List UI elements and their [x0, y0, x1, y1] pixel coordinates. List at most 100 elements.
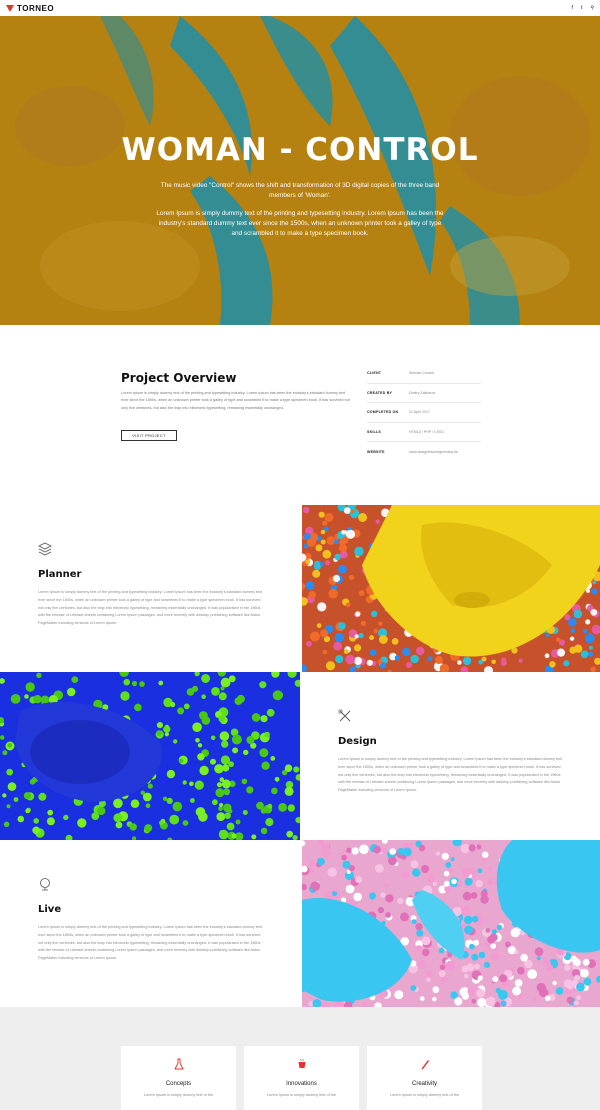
bead: [467, 987, 475, 995]
meta-row-client: CLIENT Woman Control: [367, 364, 481, 384]
bead: [113, 813, 123, 823]
bead: [353, 892, 362, 902]
bead: [158, 680, 164, 686]
bead: [259, 748, 269, 758]
bead: [587, 651, 594, 657]
card-concepts[interactable]: Concepts Lorem Ipsum is simply dummy tex…: [121, 1046, 236, 1110]
bead: [418, 844, 426, 852]
bead: [265, 818, 274, 827]
bead: [499, 974, 508, 983]
bead: [487, 866, 493, 872]
twitter-icon[interactable]: t: [581, 5, 582, 11]
bead: [177, 707, 185, 715]
bead: [353, 656, 363, 665]
logo-mark-icon: [6, 4, 14, 12]
bead: [201, 674, 211, 683]
bead: [464, 877, 473, 886]
bead: [378, 621, 383, 626]
bead: [189, 781, 194, 787]
bead: [354, 644, 362, 652]
search-icon[interactable]: ⚲: [590, 5, 594, 11]
overview-title: Project Overview: [121, 371, 237, 385]
bead: [251, 713, 261, 722]
bead: [224, 812, 231, 819]
bead: [327, 867, 337, 877]
bead: [322, 549, 332, 559]
bead: [517, 994, 524, 1000]
card-title: Concepts: [165, 1081, 192, 1087]
bead: [490, 943, 497, 949]
card-creativity[interactable]: Creativity Lorem Ipsum is simply dummy t…: [367, 1046, 482, 1110]
bead: [375, 864, 384, 873]
bead: [585, 633, 595, 644]
bead: [563, 660, 570, 667]
bead: [272, 690, 283, 701]
bead: [500, 1000, 507, 1007]
bead: [485, 928, 491, 933]
bead: [569, 636, 575, 641]
bead: [460, 844, 471, 854]
bead: [182, 780, 187, 785]
bead: [36, 672, 42, 678]
card-innovations[interactable]: Innovations Lorem Ipsum is simply dummy …: [244, 1046, 359, 1110]
bead: [359, 844, 369, 855]
meta-website-link[interactable]: www.designtrackergermany.de: [409, 450, 458, 454]
bead: [221, 740, 229, 748]
globe-icon: [40, 878, 50, 891]
hero-background-image: [0, 16, 600, 325]
bead: [432, 986, 440, 994]
bead: [580, 650, 589, 659]
meta-row-completed-on: COMPLETED ON 21 April 2017: [367, 403, 481, 423]
bead: [570, 955, 577, 963]
bead: [348, 574, 355, 581]
bead: [490, 952, 500, 962]
bead: [549, 661, 556, 668]
bead: [320, 529, 326, 535]
bead: [131, 680, 138, 687]
bead: [391, 638, 399, 645]
bead: [212, 799, 218, 806]
bead: [286, 830, 294, 838]
card-title: Innovations: [286, 1081, 317, 1087]
bead: [450, 991, 458, 999]
bead: [373, 628, 378, 634]
bead: [576, 995, 581, 1001]
bead: [582, 958, 590, 966]
bead: [438, 947, 445, 954]
visit-project-button[interactable]: VISIT PROJECT: [121, 430, 177, 441]
bead: [341, 854, 347, 861]
bead: [7, 743, 12, 748]
bead: [544, 653, 550, 659]
bead: [302, 506, 310, 514]
bead: [164, 732, 169, 737]
bead: [518, 658, 523, 663]
bead: [495, 987, 502, 994]
bead: [47, 809, 54, 816]
bead: [2, 793, 7, 798]
bead: [338, 564, 347, 574]
overview-text: Lorem Ipsum is simply dummy text of the …: [121, 391, 350, 410]
bead: [588, 645, 593, 650]
bead: [13, 797, 19, 802]
bead: [385, 894, 394, 903]
bead: [476, 844, 482, 850]
bead: [197, 753, 205, 761]
bead: [170, 701, 176, 708]
bead: [335, 655, 344, 664]
bead: [305, 581, 315, 590]
bead: [354, 634, 359, 639]
bead: [77, 818, 87, 828]
bead: [303, 533, 311, 541]
bead: [216, 782, 223, 788]
facebook-icon[interactable]: f: [572, 5, 573, 11]
bead: [536, 956, 541, 961]
bead: [380, 892, 386, 898]
bead: [471, 915, 479, 923]
bead: [260, 715, 268, 723]
meta-value: 21 April 2017: [409, 410, 430, 415]
bead: [545, 964, 554, 972]
bead: [402, 647, 411, 657]
logo[interactable]: TORNEO: [6, 4, 54, 13]
bead: [445, 861, 452, 868]
bead: [573, 609, 583, 619]
